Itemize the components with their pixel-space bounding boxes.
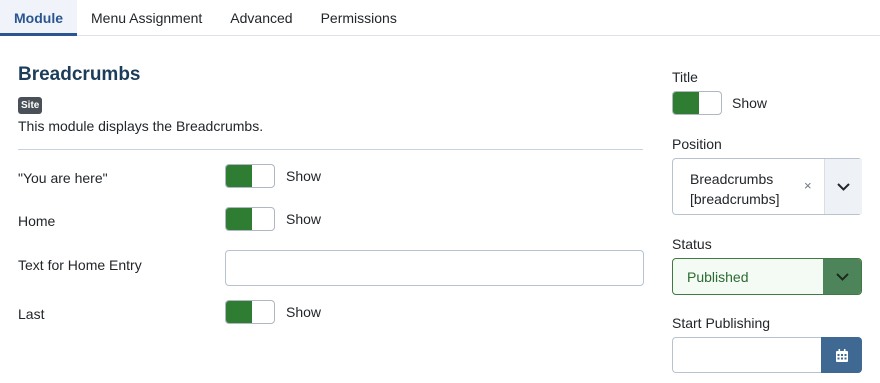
position-value: Breadcrumbs [breadcrumbs] — [690, 169, 810, 209]
module-description: This module displays the Breadcrumbs. — [18, 118, 264, 134]
calendar-icon — [835, 348, 848, 362]
clear-icon[interactable]: × — [804, 178, 812, 193]
you-are-here-state: Show — [286, 168, 322, 184]
position-value-name: Breadcrumbs — [690, 171, 774, 187]
calendar-button[interactable] — [821, 337, 862, 373]
position-value-code: [breadcrumbs] — [690, 191, 780, 207]
home-label: Home — [18, 213, 56, 229]
home-state: Show — [286, 211, 322, 227]
title-label: Title — [672, 69, 698, 85]
title-state: Show — [732, 95, 768, 111]
position-select[interactable]: Breadcrumbs [breadcrumbs] × — [672, 158, 862, 215]
switch-on-indicator — [226, 208, 252, 230]
last-switch[interactable] — [225, 300, 275, 324]
position-dropdown-button[interactable] — [824, 159, 862, 214]
switch-on-indicator — [673, 92, 699, 114]
tab-menu-assignment[interactable]: Menu Assignment — [77, 0, 216, 36]
status-value: Published — [687, 269, 749, 285]
status-label: Status — [672, 236, 712, 252]
home-entry-input[interactable] — [225, 250, 644, 286]
last-state: Show — [286, 304, 322, 320]
you-are-here-switch[interactable] — [225, 164, 275, 188]
tab-bar: Module Menu Assignment Advanced Permissi… — [0, 0, 880, 36]
position-label: Position — [672, 136, 722, 152]
last-label: Last — [18, 306, 45, 322]
tab-advanced[interactable]: Advanced — [216, 0, 306, 36]
page-title: Breadcrumbs — [18, 64, 141, 85]
tab-permissions[interactable]: Permissions — [307, 0, 411, 36]
start-publishing-label: Start Publishing — [672, 315, 771, 331]
home-switch[interactable] — [225, 207, 275, 231]
site-badge: Site — [18, 97, 43, 114]
status-dropdown-button[interactable] — [823, 259, 861, 294]
home-entry-label: Text for Home Entry — [18, 257, 142, 273]
status-select[interactable]: Published — [672, 258, 862, 295]
switch-on-indicator — [226, 165, 252, 187]
switch-on-indicator — [226, 301, 252, 323]
chevron-down-icon — [837, 182, 850, 191]
divider — [18, 149, 643, 150]
you-are-here-label: "You are here" — [18, 170, 108, 186]
chevron-down-icon — [836, 272, 849, 281]
start-publishing-input[interactable] — [672, 337, 822, 373]
title-switch[interactable] — [672, 91, 722, 115]
tab-module[interactable]: Module — [0, 0, 77, 36]
